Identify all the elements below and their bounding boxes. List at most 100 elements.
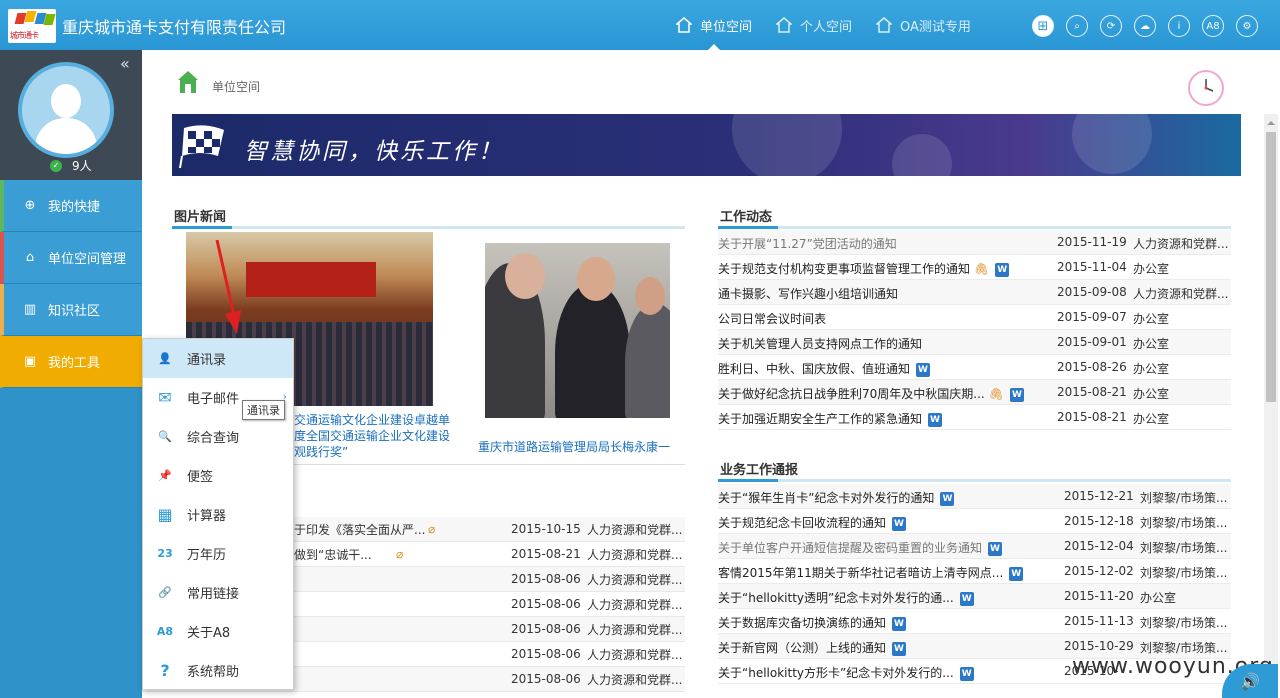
scrollbar[interactable] bbox=[1264, 114, 1278, 698]
tools-menu-item[interactable]: ▦ 计算器 bbox=[143, 495, 293, 534]
cloud-icon[interactable]: ☁ bbox=[1134, 15, 1156, 37]
table-row[interactable]: 关于数据库灾备切换演练的通知 W 2015-11-13 刘黎黎/市场策... bbox=[718, 609, 1231, 634]
news-title[interactable]: 关于机关管理人员支持网点工作的通知 bbox=[718, 335, 922, 352]
list-item-org: 人力资源和党群... bbox=[587, 647, 683, 662]
news-title-text: 关于机关管理人员支持网点工作的通知 bbox=[718, 337, 923, 351]
sidebar-item[interactable]: ▣ 我的工具 bbox=[0, 336, 142, 388]
tools-menu-item[interactable]: A8 关于A8 bbox=[143, 612, 293, 651]
photo-caption[interactable]: 交通运输文化企业建设卓越单 度全国交通运输企业文化建设 观践行奖” bbox=[294, 412, 462, 460]
online-check-icon: ✓ bbox=[50, 159, 62, 172]
table-row[interactable]: 公司日常会议时间表 2015-09-07 办公室 bbox=[718, 305, 1231, 330]
refresh-icon[interactable]: ⟳ bbox=[1100, 15, 1122, 37]
table-row[interactable]: 关于规范支付机构变更事项监督管理工作的通知 🖇 W 2015-11-04 办公室 bbox=[718, 255, 1231, 280]
table-row[interactable]: 通卡摄影、写作兴趣小组培训通知 2015-09-08 人力资源和党群... bbox=[718, 280, 1231, 305]
tools-menu-item[interactable]: 🔗 常用链接 bbox=[143, 573, 293, 612]
logo-text: 城市通卡 bbox=[10, 31, 39, 40]
table-row[interactable]: 关于单位客户开通短信提醒及密码重置的业务通知 W 2015-12-04 刘黎黎/市场策… bbox=[718, 534, 1231, 559]
news-title[interactable]: 关于数据库灾备切换演练的通知 W bbox=[718, 614, 907, 631]
red-arrow-annotation bbox=[215, 240, 241, 334]
tools-menu-label: 电子邮件 bbox=[187, 392, 240, 407]
list-item-org: 人力资源和党群... bbox=[587, 547, 683, 562]
news-title[interactable]: 关于“hellokitty方形卡”纪念卡对外发行的... W bbox=[718, 664, 974, 681]
news-title[interactable]: 关于“猴年生肖卡”纪念卡对外发行的通知 W bbox=[718, 489, 955, 506]
news-title[interactable]: 通卡摄影、写作兴趣小组培训通知 bbox=[718, 285, 898, 302]
news-date: 2015-11-04 bbox=[1057, 260, 1127, 274]
main-nav: 单位空间 个人空间 OA测试专用 bbox=[664, 0, 983, 50]
news-title[interactable]: 关于做好纪念抗日战争胜利70周年及中秋国庆期... 🖇 W bbox=[718, 385, 1024, 402]
nav-group[interactable]: OA测试专用 bbox=[864, 0, 983, 50]
table-row[interactable]: 关于加强近期安全生产工作的紧急通知 W 2015-08-21 办公室 bbox=[718, 405, 1231, 430]
table-row[interactable]: 胜利日、中秋、国庆放假、值班通知 W 2015-08-26 办公室 bbox=[718, 355, 1231, 380]
sidebar-item[interactable]: ▥ 知识社区 bbox=[0, 284, 142, 336]
section-underline bbox=[718, 479, 1231, 482]
collapse-sidebar-icon[interactable]: « bbox=[120, 54, 130, 73]
table-row[interactable]: 客情2015年第11期关于新华社记者暗访上清寺网点... W 2015-12-02 刘… bbox=[718, 559, 1231, 584]
news-title[interactable]: 关于加强近期安全生产工作的紧急通知 W bbox=[718, 410, 943, 427]
settings-icon[interactable]: ⚙ bbox=[1236, 15, 1258, 37]
sidebar-item-label: 知识社区 bbox=[48, 304, 101, 319]
search-icon[interactable]: ⌕ bbox=[1066, 15, 1088, 37]
attachment-icon: ⌀ bbox=[428, 522, 436, 536]
news-date: 2015-11-13 bbox=[1064, 614, 1134, 628]
news-title[interactable]: 关于规范纪念卡回收流程的通知 W bbox=[718, 514, 907, 531]
tools-menu-item[interactable]: 📌 便签 bbox=[143, 456, 293, 495]
a8-icon[interactable]: A8 bbox=[1202, 15, 1224, 37]
top-bar: 城市通卡 重庆城市通卡支付有限责任公司 单位空间 个人空间 OA测试专用 ⊞ ⌕ ⟳ ☁ i… bbox=[0, 0, 1280, 50]
banner-slogan: 智慧协同，快乐工作！ bbox=[244, 139, 504, 165]
news-title[interactable]: 公司日常会议时间表 bbox=[718, 310, 826, 327]
tools-menu-item[interactable]: 23 万年历 bbox=[143, 534, 293, 573]
sidebar-item-label: 单位空间管理 bbox=[48, 252, 127, 267]
tools-menu-item[interactable]: 👤 通讯录 bbox=[143, 339, 293, 378]
word-doc-icon: W bbox=[916, 362, 931, 377]
list-item-title[interactable]: 于印发《落实全面从严... bbox=[294, 521, 425, 538]
table-row[interactable]: 关于“hellokitty透明”纪念卡对外发行的通... W 2015-11-20 办… bbox=[718, 584, 1231, 609]
tools-menu-label: 综合查询 bbox=[187, 431, 240, 446]
table-row[interactable]: 关于机关管理人员支持网点工作的通知 2015-09-01 办公室 bbox=[718, 330, 1231, 355]
company-logo[interactable]: 城市通卡 bbox=[8, 9, 56, 43]
list-item-org: 人力资源和党群... bbox=[587, 622, 683, 637]
business-news-title: 业务工作通报 bbox=[720, 463, 799, 478]
work-news-title: 工作动态 bbox=[720, 210, 773, 225]
news-title[interactable]: 关于规范支付机构变更事项监督管理工作的通知 🖇 W bbox=[718, 260, 1010, 277]
news-date: 2015-12-21 bbox=[1064, 489, 1134, 503]
sidebar-item[interactable]: ⊕ 我的快捷 bbox=[0, 180, 142, 232]
word-doc-icon: W bbox=[892, 641, 907, 656]
online-users[interactable]: ✓ 9人 bbox=[50, 157, 92, 174]
nav-home[interactable]: 个人空间 bbox=[764, 0, 864, 50]
nav-building[interactable]: 单位空间 bbox=[664, 0, 764, 50]
table-row[interactable]: 关于规范纪念卡回收流程的通知 W 2015-12-18 刘黎黎/市场策... bbox=[718, 509, 1231, 534]
table-row[interactable]: 关于做好纪念抗日战争胜利70周年及中秋国庆期... 🖇 W 2015-08-21 办公室 bbox=[718, 380, 1231, 405]
online-count: 9人 bbox=[72, 159, 92, 173]
news-photo-officials[interactable] bbox=[485, 243, 670, 418]
tools-menu-item[interactable]: 🔍 综合查询 bbox=[143, 417, 293, 456]
news-date: 2015-09-01 bbox=[1057, 335, 1127, 349]
word-doc-icon: W bbox=[988, 541, 1003, 556]
sidebar-item-label: 我的工具 bbox=[48, 356, 101, 371]
news-title[interactable]: 关于“hellokitty透明”纪念卡对外发行的通... W bbox=[718, 589, 974, 606]
list-item-title[interactable]: 做到“忠诚干... bbox=[294, 546, 372, 563]
photo-caption[interactable]: 重庆市道路运输管理局局长梅永康一 bbox=[478, 438, 670, 455]
grid-icon[interactable]: ⊞ bbox=[1032, 15, 1054, 37]
table-row[interactable]: 关于开展“11.27”党团活动的通知 2015-11-19 人力资源和党群... bbox=[718, 230, 1231, 255]
tooltip: 通讯录 bbox=[242, 400, 285, 420]
news-title-text: 通卡摄影、写作兴趣小组培训通知 bbox=[718, 287, 899, 301]
news-title-text: 关于规范支付机构变更事项监督管理工作的通知 bbox=[718, 262, 971, 276]
news-title-text: 关于规范纪念卡回收流程的通知 bbox=[718, 516, 887, 530]
nav-label: 单位空间 bbox=[700, 19, 753, 35]
news-title[interactable]: 关于开展“11.27”党团活动的通知 bbox=[718, 235, 897, 252]
list-item-date: 2015-10-15 bbox=[511, 522, 581, 536]
list-item-org: 人力资源和党群... bbox=[587, 572, 683, 587]
news-title[interactable]: 胜利日、中秋、国庆放假、值班通知 W bbox=[718, 360, 931, 377]
news-title[interactable]: 客情2015年第11期关于新华社记者暗访上清寺网点... W bbox=[718, 564, 1024, 581]
calendar-icon: 23 bbox=[157, 547, 173, 560]
avatar[interactable] bbox=[18, 62, 114, 158]
news-date: 2015-12-04 bbox=[1064, 539, 1134, 553]
sidebar-item[interactable]: ⌂ 单位空间管理 bbox=[0, 232, 142, 284]
info-icon[interactable]: i bbox=[1168, 15, 1190, 37]
table-row[interactable]: 关于“猴年生肖卡”纪念卡对外发行的通知 W 2015-12-21 刘黎黎/市场策... bbox=[718, 484, 1231, 509]
news-title[interactable]: 关于新官网（公测）上线的通知 W bbox=[718, 639, 907, 656]
news-title[interactable]: 关于单位客户开通短信提醒及密码重置的业务通知 W bbox=[718, 539, 1003, 556]
news-date: 2015-09-07 bbox=[1057, 310, 1127, 324]
word-doc-icon: W bbox=[995, 262, 1010, 277]
tools-menu-item[interactable]: ? 系统帮助 bbox=[143, 651, 293, 690]
